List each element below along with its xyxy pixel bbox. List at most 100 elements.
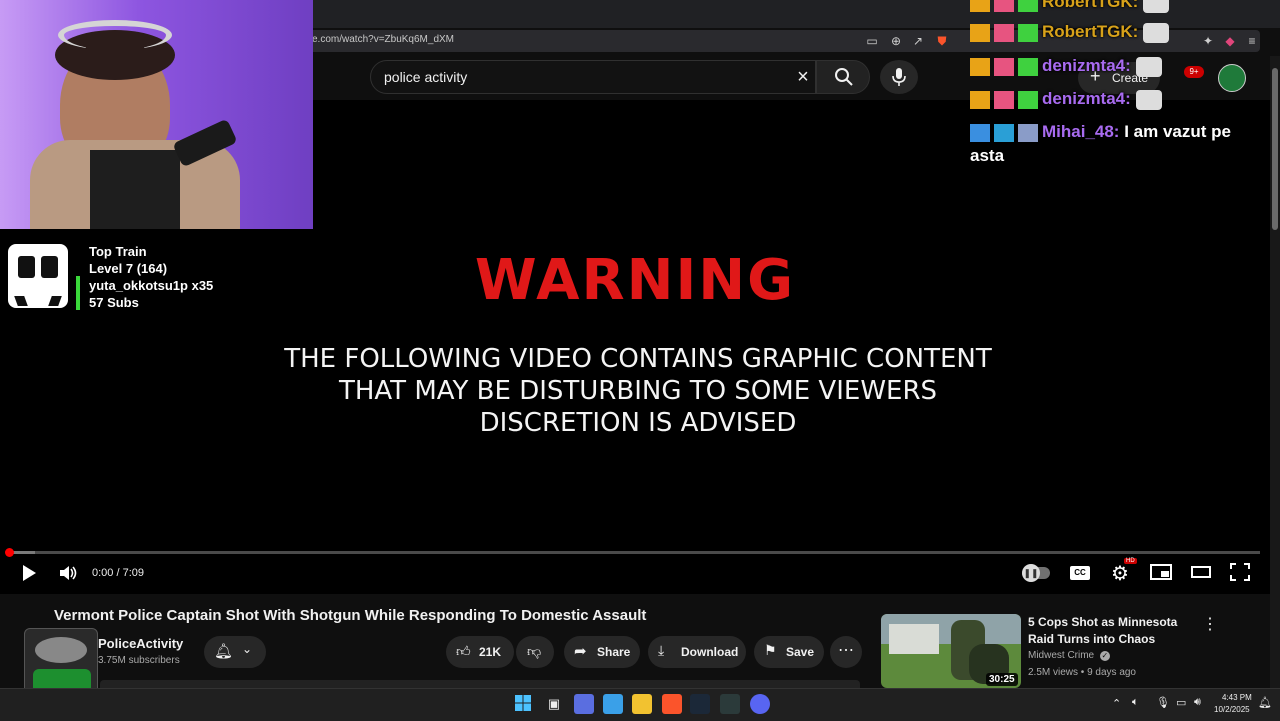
task-view-icon[interactable]: ▣	[544, 694, 564, 714]
share-label: Share	[597, 645, 631, 659]
terminal-icon[interactable]	[720, 694, 740, 714]
train-subs: 57 Subs	[89, 295, 139, 310]
clear-search-icon[interactable]: ×	[792, 66, 814, 88]
crown-badge-icon	[970, 90, 990, 109]
notification-bell-button[interactable]: 🔔︎ ⌄	[204, 636, 266, 668]
warning-line: THE FOLLOWING VIDEO CONTAINS GRAPHIC CON…	[284, 344, 992, 374]
gear-icon: ⚙	[1111, 563, 1129, 585]
share-icon: ➦	[574, 643, 587, 660]
screen-cast-icon[interactable]: ▭	[864, 33, 880, 49]
search-button[interactable]	[816, 60, 870, 94]
webcam-overlay	[0, 0, 313, 229]
fullscreen-icon	[1230, 563, 1250, 581]
channel-name[interactable]: PoliceActivity	[98, 636, 183, 651]
autoplay-toggle[interactable]: ❚❚	[1022, 563, 1050, 583]
speaker-icon[interactable]: 🔈︎	[1132, 696, 1139, 709]
cat-emote-icon	[1135, 89, 1162, 110]
wallet-icon[interactable]: ◆	[1222, 33, 1238, 49]
chat-message: denizmta4:	[970, 56, 1162, 77]
play-button[interactable]	[20, 564, 38, 582]
chevron-down-icon: ⌄	[242, 642, 253, 656]
share-page-icon[interactable]: ↗	[910, 33, 926, 49]
clock-time[interactable]: 4:43 PM	[1222, 693, 1252, 702]
search-input-value[interactable]: police activity	[384, 69, 467, 85]
time-display: 0:00 / 7:09	[92, 567, 144, 579]
pause-icon: ❚❚	[1022, 564, 1040, 582]
chat-text-continued: asta	[970, 146, 1005, 165]
brave-browser-icon[interactable]	[662, 694, 682, 714]
train-progress-bar	[76, 276, 80, 310]
cat-emote-icon	[1143, 0, 1170, 13]
notification-count-badge[interactable]: 9+	[1184, 66, 1204, 78]
theater-mode-button[interactable]	[1190, 563, 1212, 583]
volume-tray-icon[interactable]: 🔊︎	[1194, 696, 1201, 709]
suggested-video-menu-icon[interactable]: ⋮	[1202, 614, 1218, 634]
chat-text: I am vazut pe	[1124, 122, 1231, 141]
progress-bar[interactable]	[10, 551, 1260, 554]
play-icon	[23, 565, 36, 581]
network-icon[interactable]: ▭	[1176, 696, 1186, 709]
start-button[interactable]	[514, 694, 534, 714]
widgets-icon[interactable]	[574, 694, 594, 714]
theater-icon	[1191, 566, 1211, 578]
crown-badge-icon	[970, 23, 990, 42]
copilot-icon[interactable]	[603, 694, 623, 714]
miniplayer-button[interactable]	[1150, 563, 1172, 583]
suggested-video-title[interactable]: 5 Cops Shot as Minnesota Raid Turns into…	[1028, 614, 1198, 648]
emote-badge-icon	[994, 57, 1014, 76]
captions-button[interactable]: CC	[1070, 563, 1090, 583]
chat-username: denizmta4:	[1042, 89, 1131, 108]
chat-username: RobertTGK:	[1042, 0, 1139, 11]
windows-logo-icon	[515, 695, 531, 711]
train-icon	[8, 244, 68, 308]
more-actions-button[interactable]: ⋯	[830, 636, 862, 668]
url-text[interactable]: e.com/watch?v=ZbuKq6M_dXM	[312, 34, 454, 45]
mute-button[interactable]	[58, 564, 78, 582]
gift-badge-icon	[1018, 0, 1038, 12]
scrollbar-thumb[interactable]	[1272, 68, 1278, 230]
dislike-button[interactable]: 👎︎	[516, 636, 554, 668]
chat-username: denizmta4:	[1042, 56, 1131, 75]
settings-button[interactable]: ⚙ HD	[1110, 558, 1137, 585]
bookmark-icon: ⚑	[764, 642, 777, 658]
voice-search-button[interactable]	[880, 60, 918, 94]
chat-username: RobertTGK:	[1042, 22, 1139, 41]
clock-date[interactable]: 10/2/2025	[1214, 705, 1250, 714]
discord-icon[interactable]	[750, 694, 770, 714]
video-title: Vermont Police Captain Shot With Shotgun…	[54, 607, 647, 624]
microphone-tray-icon[interactable]: 🎙︎	[1156, 696, 1170, 709]
download-label: Download	[681, 645, 739, 659]
cat-emote-icon	[1135, 56, 1162, 77]
chat-username: Mihai_48:	[1042, 122, 1120, 141]
account-avatar[interactable]	[1218, 64, 1246, 92]
chat-message: RobertTGK:	[970, 0, 1170, 13]
progress-scrubber[interactable]	[5, 548, 14, 557]
extension-icon[interactable]: ✦	[1200, 33, 1216, 49]
thumbs-up-icon: 👍︎	[456, 643, 471, 659]
crown-badge-icon	[970, 0, 990, 12]
warning-line: DISCRETION IS ADVISED	[479, 408, 797, 438]
gift-badge-icon	[1018, 57, 1038, 76]
suggested-video-meta: 2.5M views • 9 days ago	[1028, 667, 1136, 678]
warning-line: THAT MAY BE DISTURBING TO SOME VIEWERS	[338, 376, 938, 406]
chevron-up-icon[interactable]: ⌃	[1112, 697, 1121, 710]
train-level: Level 7 (164)	[89, 261, 168, 276]
description-box[interactable]	[100, 680, 860, 688]
file-explorer-icon[interactable]	[632, 694, 652, 714]
bell-icon: 🔔︎	[214, 643, 234, 660]
suggested-video-channel[interactable]: Midwest Crime ✓	[1028, 650, 1110, 661]
video-duration: 30:25	[986, 673, 1018, 686]
emote-badge-icon	[1018, 123, 1038, 142]
cat-emote-icon	[1143, 22, 1170, 43]
volume-icon	[60, 566, 77, 580]
notification-center-icon[interactable]: 🔔︎	[1258, 696, 1272, 709]
verified-icon: ✓	[1099, 651, 1110, 661]
zoom-icon[interactable]: ⊕	[888, 33, 904, 49]
brave-shield-icon[interactable]: ⛊	[934, 33, 950, 49]
browser-menu-icon[interactable]: ≡	[1244, 33, 1260, 49]
microphone-icon	[892, 68, 906, 86]
steam-icon[interactable]	[690, 694, 710, 714]
download-icon: ⤓	[658, 642, 665, 658]
fullscreen-button[interactable]	[1230, 563, 1252, 583]
gift-badge-icon	[1018, 23, 1038, 42]
